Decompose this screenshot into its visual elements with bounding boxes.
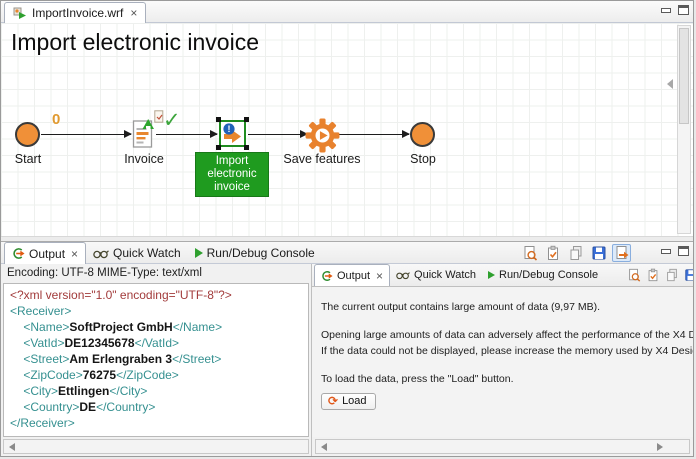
maximize-panel-icon[interactable] (678, 5, 689, 15)
xml-line: <?xml version="1.0" encoding="UTF-8"?> (10, 287, 302, 303)
run-icon (488, 271, 495, 279)
import-icon: ! (221, 122, 244, 145)
node-save-features-label: Save features (283, 152, 360, 166)
node-start-label: Start (15, 152, 41, 166)
editor-tabbar: ImportInvoice.wrf × (1, 1, 693, 23)
output-toolbar (520, 244, 631, 262)
workflow-file-icon (13, 6, 27, 20)
preview-tabbar: Output × Quick Watch Run/Debug Console (312, 264, 693, 287)
close-icon[interactable]: × (376, 269, 383, 283)
encoding-info: Encoding: UTF-8 MIME-Type: text/xml (1, 264, 311, 283)
collapse-left-icon[interactable] (667, 79, 673, 89)
node-import-electronic-invoice[interactable]: ! (219, 120, 246, 147)
output-panel-tabbar: Output × Quick Watch Run/Debug Console (1, 241, 693, 264)
xml-line: <City>Ettlingen</City> (10, 383, 302, 399)
xml-line: <Street>Am Erlengraben 3</Street> (10, 351, 302, 367)
maximize-panel-icon[interactable] (678, 246, 689, 256)
node-stop[interactable] (410, 122, 435, 147)
load-button[interactable]: ⟳ Load (321, 393, 376, 410)
canvas-vertical-scrollbar[interactable] (677, 25, 691, 234)
scroll-left-icon[interactable] (9, 443, 15, 451)
output-view: Encoding: UTF-8 MIME-Type: text/xml <?xm… (1, 264, 311, 456)
copy-icon[interactable] (664, 267, 680, 283)
message-line: The current output contains large amount… (321, 300, 693, 315)
glasses-icon (396, 270, 410, 280)
tab-quick-watch[interactable]: Quick Watch (390, 264, 482, 286)
tab-label: ImportInvoice.wrf (32, 6, 123, 20)
node-start[interactable] (15, 122, 40, 147)
xml-line: </Receiver> (10, 415, 302, 431)
minimize-panel-icon[interactable] (661, 8, 671, 13)
selection-handle[interactable] (244, 145, 249, 150)
output-icon (321, 270, 333, 282)
output-preview-pane: Output × Quick Watch Run/Debug Console (311, 264, 693, 456)
save-icon[interactable] (589, 244, 608, 262)
svg-text:!: ! (228, 124, 231, 134)
clipboard-check-icon[interactable] (543, 244, 562, 262)
node-invoice-label: Invoice (124, 152, 164, 166)
workflow-title: Import electronic invoice (11, 29, 259, 56)
workflow-canvas[interactable]: Import electronic invoice 0 Start ✓ Invo… (1, 23, 693, 236)
xml-line: <Name>SoftProject GmbH</Name> (10, 319, 302, 335)
scroll-left-icon[interactable] (321, 443, 327, 451)
xml-horizontal-scrollbar[interactable] (3, 439, 309, 454)
export-document-icon[interactable] (612, 244, 631, 262)
tab-run-debug-console[interactable]: Run/Debug Console (482, 264, 604, 286)
edge-invoice-import (156, 134, 217, 135)
xml-line: <Country>DE</Country> (10, 399, 302, 415)
edge-start-invoice (41, 134, 131, 135)
copy-icon[interactable] (566, 244, 585, 262)
node-save-features[interactable] (304, 117, 341, 154)
message-line: Opening large amounts of data can advers… (321, 328, 693, 343)
node-stop-label: Stop (410, 152, 436, 166)
selection-handle[interactable] (216, 145, 221, 150)
find-in-document-icon[interactable] (626, 267, 642, 283)
close-icon[interactable]: × (130, 6, 137, 20)
tab-importinvoice-wrf[interactable]: ImportInvoice.wrf × (4, 2, 146, 23)
validation-check-icon: ✓ (163, 108, 181, 132)
xml-line: <ZipCode>76275</ZipCode> (10, 367, 302, 383)
close-icon[interactable]: × (71, 247, 78, 261)
large-output-message: The current output contains large amount… (312, 287, 693, 437)
clipboard-check-icon[interactable] (645, 267, 661, 283)
preview-toolbar (626, 267, 693, 283)
xml-view[interactable]: <?xml version="1.0" encoding="UTF-8"?><R… (3, 283, 309, 437)
refresh-icon: ⟳ (328, 395, 338, 407)
edge-count-label: 0 (52, 111, 60, 128)
x4-designer-window: ImportInvoice.wrf × Import electronic in… (0, 0, 694, 457)
message-line: To load the data, press the "Load" butto… (321, 372, 693, 387)
tab-quick-watch[interactable]: Quick Watch (86, 242, 188, 264)
selection-handle[interactable] (216, 117, 221, 122)
output-icon (12, 247, 25, 260)
xml-line: <VatId>DE12345678</VatId> (10, 335, 302, 351)
tab-run-debug-console[interactable]: Run/Debug Console (188, 242, 322, 264)
run-icon (195, 248, 203, 258)
tab-output[interactable]: Output × (4, 242, 86, 264)
node-invoice[interactable] (132, 118, 156, 150)
edge-save-stop (339, 134, 409, 135)
glasses-icon (93, 248, 109, 259)
selection-handle[interactable] (244, 117, 249, 122)
xml-line: <Receiver> (10, 303, 302, 319)
edge-import-save (248, 134, 307, 135)
save-icon[interactable] (683, 267, 693, 283)
message-line: If the data could not be displayed, plea… (321, 344, 693, 359)
output-panel-body: Encoding: UTF-8 MIME-Type: text/xml <?xm… (1, 264, 693, 456)
minimize-panel-icon[interactable] (661, 249, 671, 254)
node-import-label: Import electronic invoice (195, 152, 269, 197)
tab-output[interactable]: Output × (314, 264, 390, 286)
scroll-right-icon[interactable] (657, 443, 663, 451)
preview-horizontal-scrollbar[interactable] (315, 439, 690, 454)
find-in-document-icon[interactable] (520, 244, 539, 262)
